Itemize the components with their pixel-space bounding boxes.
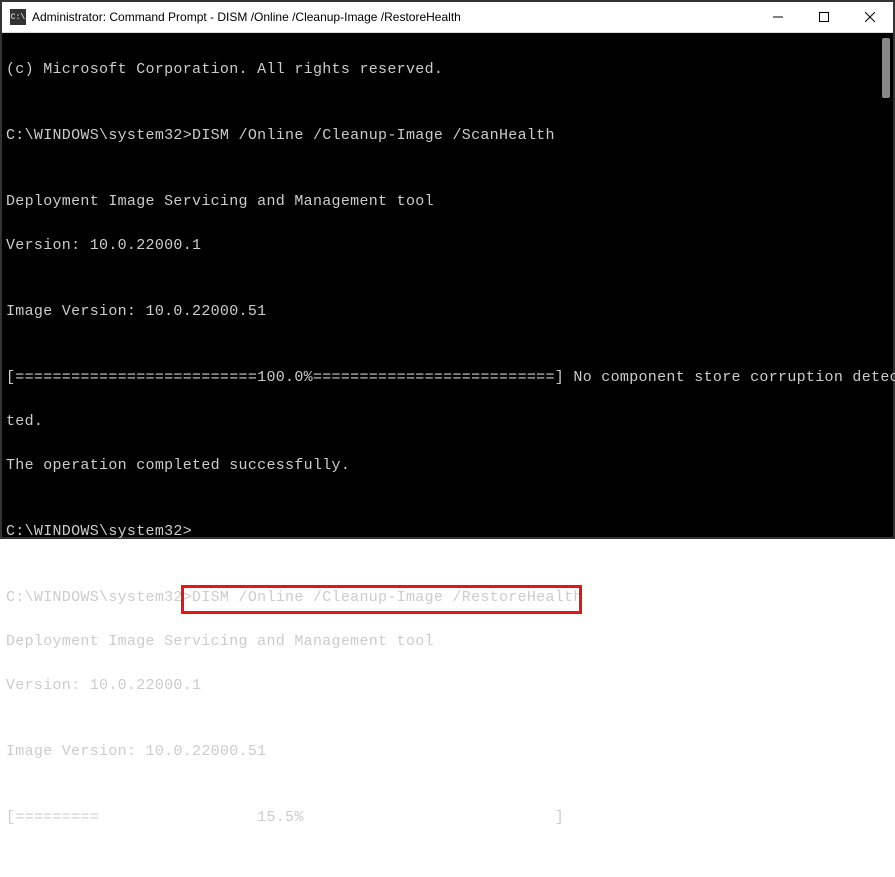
command-line-highlighted: C:\WINDOWS\system32>DISM /Online /Cleanu… xyxy=(6,587,583,609)
command-text: DISM /Online /Cleanup-Image /RestoreHeal… xyxy=(192,589,583,606)
output-line: Version: 10.0.22000.1 xyxy=(6,235,893,257)
output-line: ted. xyxy=(6,411,893,433)
window-controls xyxy=(755,2,893,32)
close-icon xyxy=(865,12,875,22)
output-line: Deployment Image Servicing and Managemen… xyxy=(6,191,893,213)
prompt: C:\WINDOWS\system32> xyxy=(6,127,192,144)
prompt-line: C:\WINDOWS\system32> xyxy=(6,521,893,543)
progress-line: [========= 15.5% ] xyxy=(6,807,893,829)
window-title: Administrator: Command Prompt - DISM /On… xyxy=(32,10,755,24)
command-prompt-window: C:\ Administrator: Command Prompt - DISM… xyxy=(0,0,895,539)
maximize-icon xyxy=(819,12,829,22)
output-line: Version: 10.0.22000.1 xyxy=(6,675,893,697)
prompt: C:\WINDOWS\system32> xyxy=(6,589,192,606)
minimize-button[interactable] xyxy=(755,2,801,32)
minimize-icon xyxy=(773,12,783,22)
cmd-icon: C:\ xyxy=(10,9,26,25)
output-line: Image Version: 10.0.22000.51 xyxy=(6,741,893,763)
titlebar[interactable]: C:\ Administrator: Command Prompt - DISM… xyxy=(2,2,893,33)
close-button[interactable] xyxy=(847,2,893,32)
console-output[interactable]: (c) Microsoft Corporation. All rights re… xyxy=(2,33,893,877)
progress-line: [==========================100.0%=======… xyxy=(6,367,893,389)
output-line: (c) Microsoft Corporation. All rights re… xyxy=(6,59,893,81)
command-text: DISM /Online /Cleanup-Image /ScanHealth xyxy=(192,127,555,144)
output-line: The operation completed successfully. xyxy=(6,455,893,477)
command-line: C:\WINDOWS\system32>DISM /Online /Cleanu… xyxy=(6,125,893,147)
output-line: Image Version: 10.0.22000.51 xyxy=(6,301,893,323)
output-line: Deployment Image Servicing and Managemen… xyxy=(6,631,893,653)
maximize-button[interactable] xyxy=(801,2,847,32)
